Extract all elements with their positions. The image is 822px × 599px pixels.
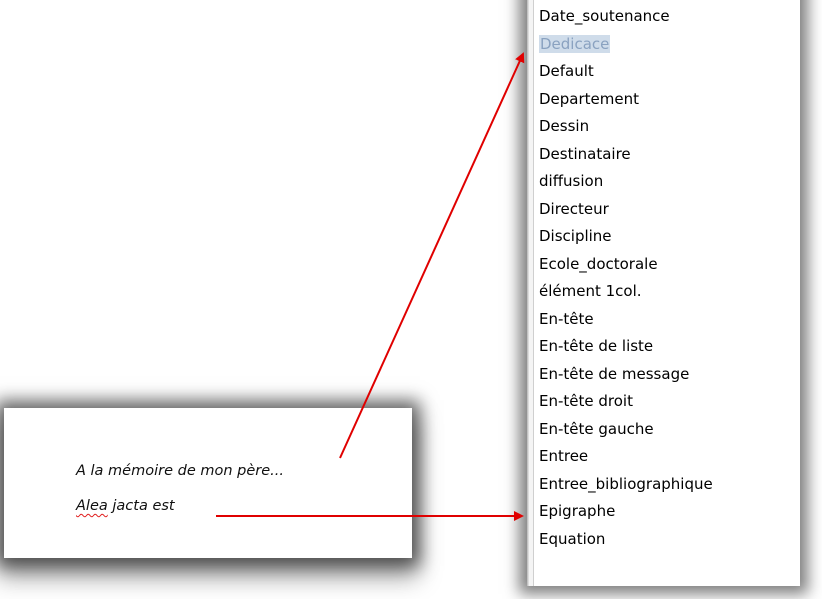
style-item-label: élément 1col. <box>539 282 642 300</box>
misspelled-word[interactable]: Alea <box>76 498 108 514</box>
style-item[interactable]: diffusion <box>539 168 713 196</box>
style-item[interactable]: Dedicace <box>539 31 713 59</box>
style-item-label: Ecole_doctorale <box>539 254 658 273</box>
style-item[interactable]: En-tête <box>539 306 713 334</box>
style-item[interactable]: élément 1col. <box>539 278 713 306</box>
style-item-label: En-tête de liste <box>539 337 654 355</box>
style-item[interactable]: En-tête gauche <box>539 416 713 444</box>
arrow-to-dedicace <box>339 52 525 459</box>
dedication-line[interactable]: A la mémoire de mon père... <box>76 463 284 479</box>
style-item-label: Directeur <box>539 199 609 218</box>
style-item-label: Departement <box>539 89 639 108</box>
style-item-label: En-tête <box>539 309 594 328</box>
style-item[interactable]: Default <box>539 58 713 86</box>
style-list[interactable]: Date_soutenance Dedicace Default Departemen… <box>539 3 713 553</box>
style-item[interactable]: Entree <box>539 443 713 471</box>
style-item[interactable]: Equation <box>539 526 713 554</box>
style-item[interactable]: Date_soutenance <box>539 3 713 31</box>
document-excerpt: A la mémoire de mon père... Alea jacta e… <box>4 408 412 558</box>
style-item-label: Entree <box>539 447 589 465</box>
style-item-label: Dedicace <box>539 34 611 53</box>
style-item-label: Equation <box>539 529 606 548</box>
epigraph-line[interactable]: Alea jacta est <box>76 498 175 514</box>
style-item-label: Dessin <box>539 117 590 135</box>
style-item-label: En-tête gauche <box>539 419 654 438</box>
style-item-label: En-tête de message <box>539 364 690 383</box>
epigraph-rest: jacta est <box>107 498 175 514</box>
style-item[interactable]: En-tête de liste <box>539 333 713 361</box>
style-item[interactable]: Departement <box>539 86 713 114</box>
style-item[interactable]: Dessin <box>539 113 713 141</box>
style-item-label: Entree_bibliographique <box>539 474 713 493</box>
style-item[interactable]: Directeur <box>539 196 713 224</box>
style-item[interactable]: Destinataire <box>539 141 713 169</box>
style-item-label: diffusion <box>539 172 604 190</box>
style-item[interactable]: En-tête de message <box>539 361 713 389</box>
style-item-label: Destinataire <box>539 144 631 163</box>
style-item-label: Epigraphe <box>539 502 616 520</box>
style-item-label: Discipline <box>539 227 612 245</box>
style-item-label: Default <box>539 62 594 80</box>
style-item-label: Date_soutenance <box>539 7 670 25</box>
style-item-label: En-tête droit <box>539 392 633 410</box>
style-list-panel[interactable]: Date_soutenance Dedicace Default Departemen… <box>527 0 800 586</box>
style-item[interactable]: Epigraphe <box>539 498 713 526</box>
style-item[interactable]: Discipline <box>539 223 713 251</box>
style-item[interactable]: En-tête droit <box>539 388 713 416</box>
style-item[interactable]: Entree_bibliographique <box>539 471 713 499</box>
style-item[interactable]: Ecole_doctorale <box>539 251 713 279</box>
